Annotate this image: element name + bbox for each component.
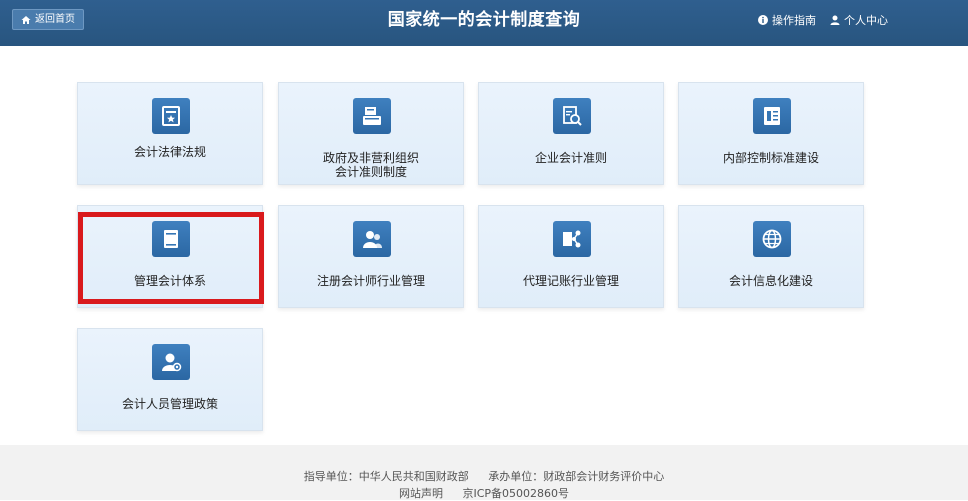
- globe-icon: [753, 221, 791, 257]
- document-search-icon: [553, 98, 591, 134]
- tile-cpa-management[interactable]: 注册会计师行业管理: [278, 205, 464, 308]
- tile-label: 会计信息化建设: [728, 274, 813, 288]
- share-network-icon: [553, 221, 591, 257]
- icp-record[interactable]: 京ICP备05002860号: [462, 487, 569, 500]
- user-icon: [830, 15, 840, 25]
- site-statement-link[interactable]: 网站声明: [399, 487, 443, 500]
- tile-label: 代理记账行业管理: [522, 274, 619, 288]
- document-stack-icon: [353, 98, 391, 134]
- tile-label: 注册会计师行业管理: [316, 274, 425, 288]
- page-title: 国家统一的会计制度查询: [387, 10, 581, 30]
- tile-label: 会计法律法规: [133, 145, 206, 159]
- user-center-link[interactable]: 个人中心: [830, 12, 888, 28]
- footer-line-1: 指导单位：中华人民共和国财政部 承办单位：财政部会计财务评价中心: [0, 468, 968, 484]
- tile-government-nonprofit[interactable]: 政府及非营利组织 会计准则制度: [278, 82, 464, 185]
- law-book-icon: [152, 98, 190, 134]
- tile-label: 内部控制标准建设: [722, 151, 819, 165]
- tile-accounting-personnel[interactable]: 会计人员管理政策: [77, 328, 263, 431]
- footer-guide-unit: 指导单位：中华人民共和国财政部: [303, 470, 469, 483]
- top-bar: 返回首页 国家统一的会计制度查询 操作指南 个人中心: [0, 0, 968, 46]
- tile-label: 会计人员管理政策: [121, 397, 218, 411]
- tile-label: 政府及非营利组织 会计准则制度: [322, 151, 419, 179]
- tile-accounting-informatization[interactable]: 会计信息化建设: [678, 205, 864, 308]
- user-center-label: 个人中心: [844, 14, 888, 27]
- tile-bookkeeping-agency[interactable]: 代理记账行业管理: [478, 205, 664, 308]
- report-list-icon: [753, 98, 791, 134]
- info-icon: [758, 15, 768, 25]
- tile-accounting-law[interactable]: 会计法律法规: [77, 82, 263, 185]
- guide-link-label: 操作指南: [772, 14, 816, 27]
- footer: 指导单位：中华人民共和国财政部 承办单位：财政部会计财务评价中心 网站声明 京I…: [0, 445, 968, 500]
- user-gear-icon: [152, 344, 190, 380]
- tile-management-accounting[interactable]: 管理会计体系: [77, 205, 263, 308]
- guide-link[interactable]: 操作指南: [758, 12, 816, 28]
- people-icon: [353, 221, 391, 257]
- tile-label: 管理会计体系: [133, 274, 206, 288]
- footer-line-2: 网站声明 京ICP备05002860号: [0, 485, 968, 501]
- book-icon: [152, 221, 190, 257]
- tile-label: 企业会计准则: [534, 151, 607, 165]
- tile-internal-control[interactable]: 内部控制标准建设: [678, 82, 864, 185]
- footer-host-unit: 承办单位：财政部会计财务评价中心: [488, 470, 665, 483]
- tile-enterprise-standards[interactable]: 企业会计准则: [478, 82, 664, 185]
